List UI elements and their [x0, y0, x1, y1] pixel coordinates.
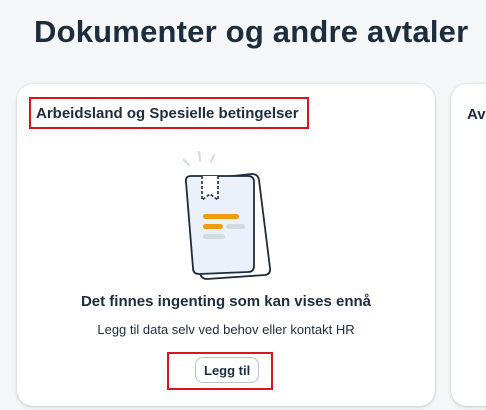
add-button[interactable]: Legg til [195, 357, 260, 383]
section-card-arbeidsland: Arbeidsland og Spesielle betingelser Det… [17, 84, 435, 406]
empty-document-illustration-icon [183, 151, 272, 280]
section-card-partial: Av [451, 84, 486, 406]
empty-state-title: Det finnes ingenting som kan vises ennå [80, 293, 372, 310]
card-title: Arbeidsland og Spesielle betingelser [36, 104, 299, 122]
page-title: Dokumenter og andre avtaler [34, 14, 469, 49]
empty-state-subtitle: Legg til data selv ved behov eller konta… [97, 322, 355, 337]
card-title-partial: Av [467, 106, 486, 123]
card-header-highlight: Arbeidsland og Spesielle betingelser [29, 97, 309, 129]
page: Dokumenter og andre avtaler Arbeidsland … [0, 0, 486, 410]
